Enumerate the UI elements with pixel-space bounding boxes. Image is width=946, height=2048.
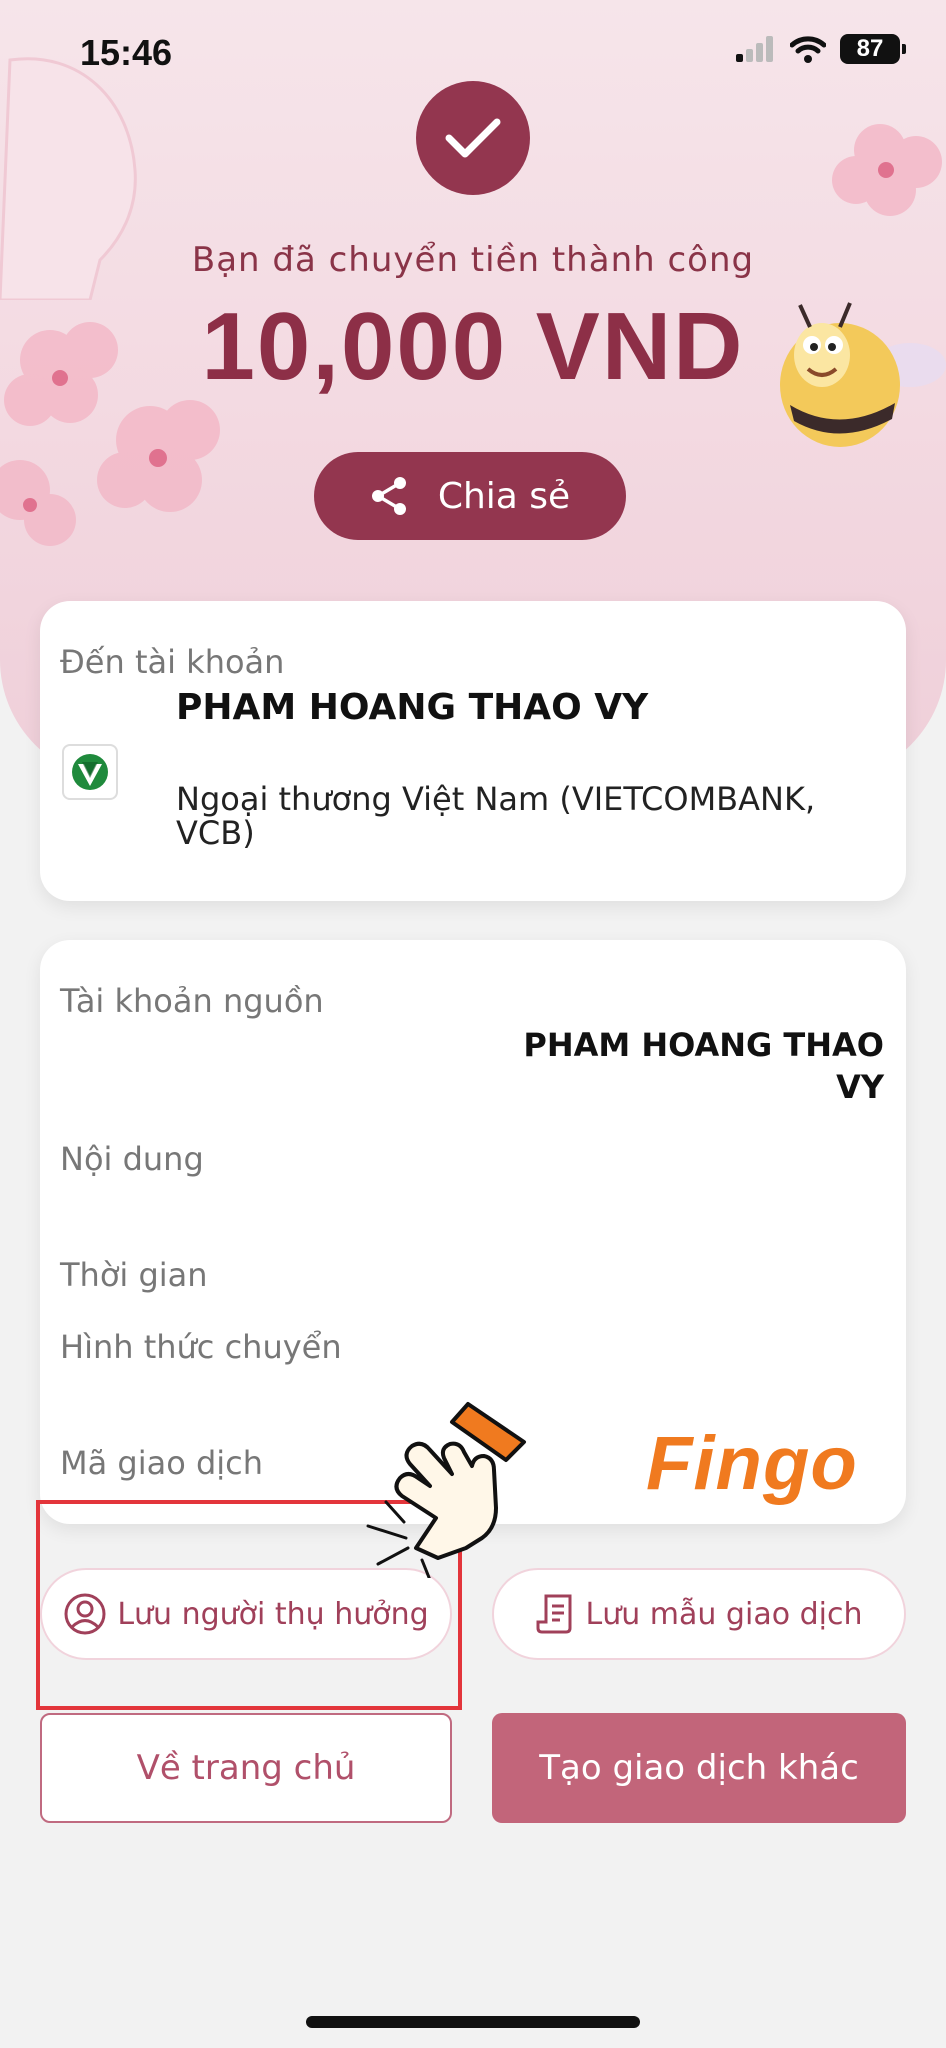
save-beneficiary-label: Lưu người thụ hưởng: [117, 1596, 429, 1632]
fingo-logo: Fingo: [646, 1421, 858, 1506]
user-icon: [64, 1593, 106, 1635]
success-message: Bạn đã chuyển tiền thành công: [191, 240, 755, 280]
save-template-label: Lưu mẫu giao dịch: [585, 1596, 863, 1632]
status-time: 15:46: [80, 32, 173, 73]
bank-name: Ngoại thương Việt Nam (VIETCOMBANK, VCB): [176, 780, 816, 852]
source-account-name-line2: VY: [836, 1068, 884, 1106]
transfer-amount: 10,000 VND: [201, 293, 745, 400]
signal-icon: [736, 36, 773, 62]
new-transaction-button[interactable]: Tạo giao dịch khác: [492, 1713, 906, 1823]
success-check-icon: [416, 81, 530, 195]
content-label: Nội dung: [60, 1140, 204, 1178]
share-icon: [371, 477, 406, 515]
save-template-button[interactable]: Lưu mẫu giao dịch: [492, 1568, 906, 1660]
time-label: Thời gian: [60, 1256, 208, 1294]
battery-indicator: 87: [840, 34, 906, 64]
transaction-id-label: Mã giao dịch: [60, 1444, 264, 1482]
share-label: Chia sẻ: [437, 475, 571, 517]
source-account-name-line1: PHAM HOANG THAO: [523, 1026, 884, 1064]
transfer-method-label: Hình thức chuyển: [60, 1328, 342, 1366]
pointing-hand-icon: [366, 1402, 526, 1578]
wifi-icon: [790, 36, 826, 63]
destination-card: Đến tài khoản PHAM HOANG THAO VY Ngoại t…: [40, 601, 906, 901]
destination-label: Đến tài khoản: [60, 643, 285, 681]
receipt-icon: [536, 1594, 571, 1634]
home-indicator[interactable]: [306, 2016, 640, 2028]
save-beneficiary-button[interactable]: Lưu người thụ hưởng: [40, 1568, 452, 1660]
status-icons: 87: [736, 34, 906, 64]
home-button[interactable]: Về trang chủ: [40, 1713, 452, 1823]
share-button[interactable]: Chia sẻ: [314, 452, 626, 540]
transfer-success-screen: 15:46 87 Bạn đã chuyển tiền thành công 1…: [0, 0, 946, 2048]
recipient-name: PHAM HOANG THAO VY: [176, 687, 649, 728]
vietcombank-logo-icon: [62, 744, 118, 800]
source-account-label: Tài khoản nguồn: [60, 982, 324, 1020]
